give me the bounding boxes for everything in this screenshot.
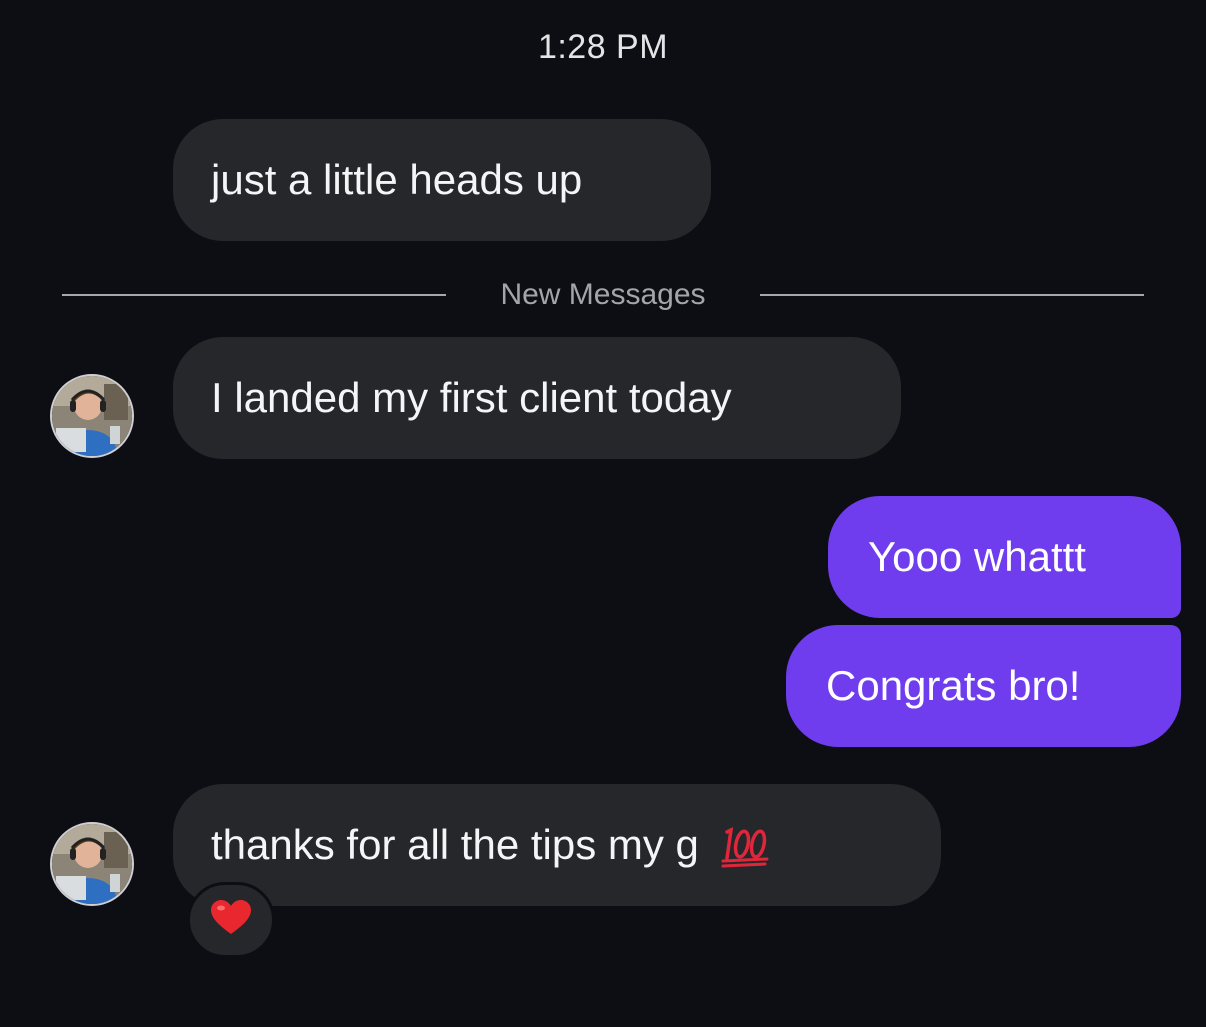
contact-avatar[interactable] (50, 822, 134, 906)
message-text: just a little heads up (211, 156, 583, 203)
message-bubble-outgoing[interactable]: Congrats bro! (786, 625, 1181, 747)
message-timestamp: 1:28 PM (537, 28, 669, 66)
message-text: Congrats bro! (826, 662, 1081, 709)
message-bubble-incoming[interactable]: thanks for all the tips my g (173, 784, 941, 906)
message-text: Yooo whattt (868, 533, 1086, 580)
red-heart-icon (211, 899, 251, 941)
divider-line-left (62, 294, 446, 296)
new-messages-divider: New Messages (62, 277, 1144, 313)
message-text: I landed my first client today (211, 374, 732, 421)
message-bubble-incoming[interactable]: just a little heads up (173, 119, 711, 241)
message-bubble-outgoing[interactable]: Yooo whattt (828, 496, 1181, 618)
message-bubble-incoming[interactable]: I landed my first client today (173, 337, 901, 459)
message-text: thanks for all the tips my g (211, 821, 699, 868)
hundred-points-icon (721, 826, 771, 868)
reaction-badge[interactable] (187, 882, 275, 958)
divider-line-right (760, 294, 1144, 296)
contact-avatar[interactable] (50, 374, 134, 458)
divider-label: New Messages (500, 278, 706, 311)
